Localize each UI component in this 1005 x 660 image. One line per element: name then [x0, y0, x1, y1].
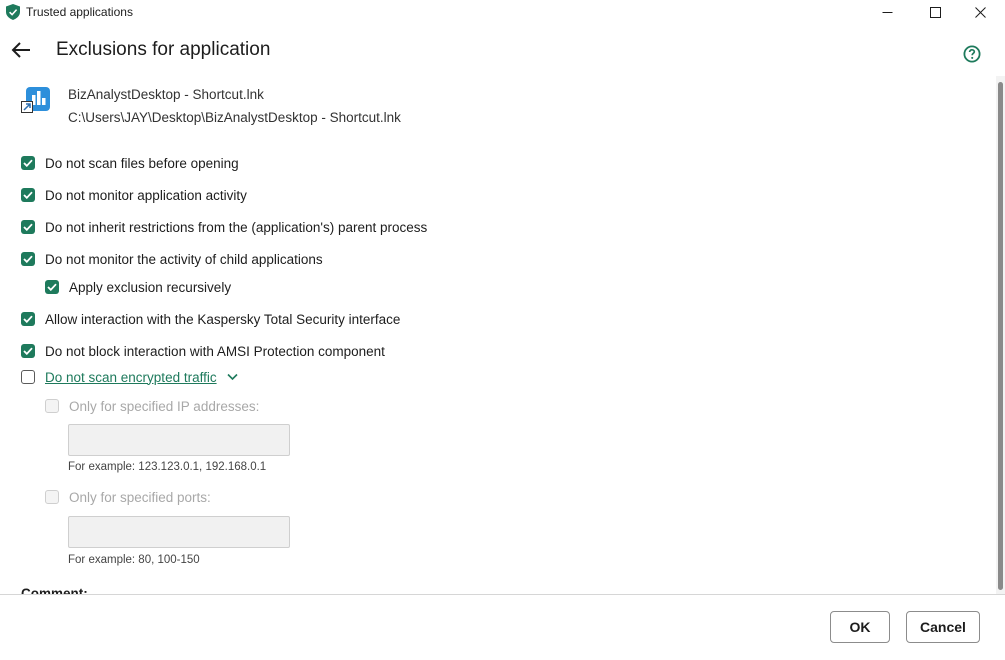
scrollbar-thumb[interactable]: [998, 82, 1003, 590]
option-label: Only for specified IP addresses:: [69, 398, 260, 414]
checkmark-icon: [47, 283, 57, 291]
option-label: Only for specified ports:: [69, 489, 211, 505]
maximize-button[interactable]: [912, 0, 958, 24]
close-icon: [974, 6, 986, 18]
checkmark-icon: [23, 315, 33, 323]
option-apply-recursively[interactable]: Apply exclusion recursively: [45, 277, 231, 297]
maximize-icon: [929, 6, 941, 18]
ports-example-hint: For example: 80, 100-150: [68, 554, 200, 566]
checkbox-unchecked[interactable]: [21, 370, 35, 384]
page-title: Exclusions for application: [56, 39, 271, 60]
option-label: Do not monitor application activity: [45, 187, 247, 203]
page-header: Exclusions for application: [0, 24, 1005, 76]
option-no-inherit-restrictions[interactable]: Do not inherit restrictions from the (ap…: [21, 217, 427, 237]
ports-input: [68, 516, 290, 548]
checkmark-icon: [23, 159, 33, 167]
dialog-footer: OK Cancel: [0, 594, 1005, 660]
exclusions-content[interactable]: BizAnalystDesktop - Shortcut.lnk C:\User…: [0, 76, 996, 594]
ip-addresses-input: [68, 424, 290, 456]
cancel-button[interactable]: Cancel: [906, 611, 980, 643]
checkbox-checked[interactable]: [21, 312, 35, 326]
option-specified-ports: Only for specified ports:: [45, 487, 211, 507]
option-label: Do not block interaction with AMSI Prote…: [45, 343, 385, 359]
option-label: Do not inherit restrictions from the (ap…: [45, 219, 428, 235]
option-label: Apply exclusion recursively: [69, 279, 232, 295]
checkbox-checked[interactable]: [21, 156, 35, 170]
kaspersky-shield-icon: [6, 4, 20, 20]
option-allow-interface-interaction[interactable]: Allow interaction with the Kaspersky Tot…: [21, 309, 400, 329]
ok-button[interactable]: OK: [830, 611, 890, 643]
comment-label: Comment:: [21, 586, 88, 594]
back-arrow-icon[interactable]: [10, 40, 32, 60]
option-no-scan-files[interactable]: Do not scan files before opening: [21, 153, 239, 173]
checkbox-disabled: [45, 490, 59, 504]
minimize-icon: [882, 11, 892, 13]
vertical-scrollbar[interactable]: [996, 76, 1005, 594]
ip-example-hint: For example: 123.123.0.1, 192.168.0.1: [68, 461, 267, 473]
window-title: Trusted applications: [26, 5, 133, 19]
application-file-icon: [21, 87, 50, 113]
checkmark-icon: [23, 223, 33, 231]
close-window-button[interactable]: [957, 0, 1003, 24]
minimize-button[interactable]: [864, 0, 910, 24]
checkbox-disabled: [45, 399, 59, 413]
option-label: Do not scan files before opening: [45, 155, 239, 171]
checkbox-checked[interactable]: [21, 252, 35, 266]
checkbox-checked[interactable]: [21, 220, 35, 234]
option-label: Do not monitor the activity of child app…: [45, 251, 323, 267]
encrypted-traffic-link[interactable]: Do not scan encrypted traffic: [45, 370, 217, 385]
option-specified-ip: Only for specified IP addresses:: [45, 396, 259, 416]
application-path: C:\Users\JAY\Desktop\BizAnalystDesktop -…: [68, 110, 401, 125]
option-no-block-amsi[interactable]: Do not block interaction with AMSI Prote…: [21, 341, 385, 361]
window-titlebar: Trusted applications: [0, 0, 1005, 24]
chevron-down-icon[interactable]: [227, 373, 238, 381]
help-icon[interactable]: [963, 45, 981, 63]
checkmark-icon: [23, 191, 33, 199]
option-no-monitor-child-apps[interactable]: Do not monitor the activity of child app…: [21, 249, 323, 269]
option-no-monitor-activity[interactable]: Do not monitor application activity: [21, 185, 247, 205]
application-name: BizAnalystDesktop - Shortcut.lnk: [68, 87, 264, 102]
checkbox-checked[interactable]: [45, 280, 59, 294]
checkmark-icon: [23, 255, 33, 263]
checkbox-checked[interactable]: [21, 344, 35, 358]
checkmark-icon: [23, 347, 33, 355]
option-no-scan-encrypted-traffic[interactable]: Do not scan encrypted traffic: [21, 367, 238, 387]
option-label: Allow interaction with the Kaspersky Tot…: [45, 311, 401, 327]
checkbox-checked[interactable]: [21, 188, 35, 202]
